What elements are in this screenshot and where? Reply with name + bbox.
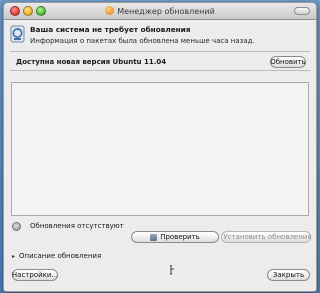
toolbar-toggle-button[interactable] <box>294 7 310 15</box>
settings-button[interactable]: Настройки... <box>12 269 58 281</box>
refresh-icon <box>150 233 158 241</box>
updates-status-label: Обновления отсутствуют <box>30 222 124 230</box>
no-updates-icon <box>12 222 21 231</box>
release-upgrade-text: Доступна новая версия Ubuntu 11.04 <box>16 58 167 66</box>
release-upgrade-bar: Доступна новая версия Ubuntu 11.04 Обнов… <box>10 51 310 71</box>
title-bar[interactable]: Менеджер обновлений <box>4 3 316 20</box>
window-title-group: Менеджер обновлений <box>4 6 316 16</box>
disclosure-triangle-icon: ▸ <box>12 252 16 260</box>
check-button[interactable]: Проверить <box>131 231 219 243</box>
update-description-label: Описание обновления <box>19 252 102 260</box>
updates-list[interactable] <box>11 82 309 216</box>
update-manager-icon <box>10 25 25 43</box>
update-description-toggle[interactable]: ▸ Описание обновления <box>12 252 101 260</box>
close-button[interactable]: Закрыть <box>267 269 310 281</box>
check-button-label: Проверить <box>160 233 200 241</box>
status-title: Ваша система не требует обновления <box>30 25 191 34</box>
app-icon <box>105 6 115 15</box>
mouse-pointer-icon <box>170 264 176 275</box>
install-button-label: Установить обновления <box>223 233 312 241</box>
status-subtitle: Информация о пакетах была обновлена мень… <box>30 37 255 45</box>
update-manager-window: Менеджер обновлений Ваша система не треб… <box>3 2 317 292</box>
window-title: Менеджер обновлений <box>117 7 215 16</box>
upgrade-button[interactable]: Обновить <box>270 56 306 68</box>
install-updates-button: Установить обновления <box>221 231 312 243</box>
